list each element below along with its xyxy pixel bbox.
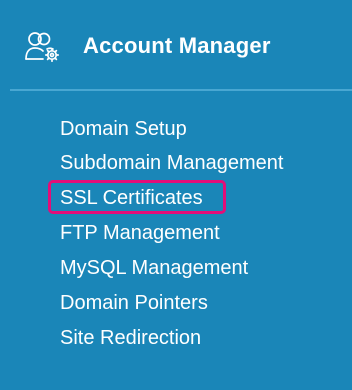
page-title: Account Manager <box>83 33 271 58</box>
menu-item-ftp-management[interactable]: FTP Management <box>60 216 220 250</box>
menu-item-mysql-management[interactable]: MySQL Management <box>60 251 248 285</box>
menu-item-domain-setup[interactable]: Domain Setup <box>60 112 187 146</box>
header-divider <box>10 89 352 91</box>
account-manager-panel: Account Manager Domain Setup Subdomain M… <box>0 0 352 390</box>
menu-item-site-redirection[interactable]: Site Redirection <box>60 321 201 355</box>
menu-item-domain-pointers[interactable]: Domain Pointers <box>60 286 208 320</box>
menu-item-subdomain-management[interactable]: Subdomain Management <box>60 146 283 180</box>
users-gear-icon <box>24 29 64 65</box>
menu-item-ssl-certificates[interactable]: SSL Certificates <box>48 180 226 215</box>
account-manager-header: Account Manager <box>0 0 352 88</box>
